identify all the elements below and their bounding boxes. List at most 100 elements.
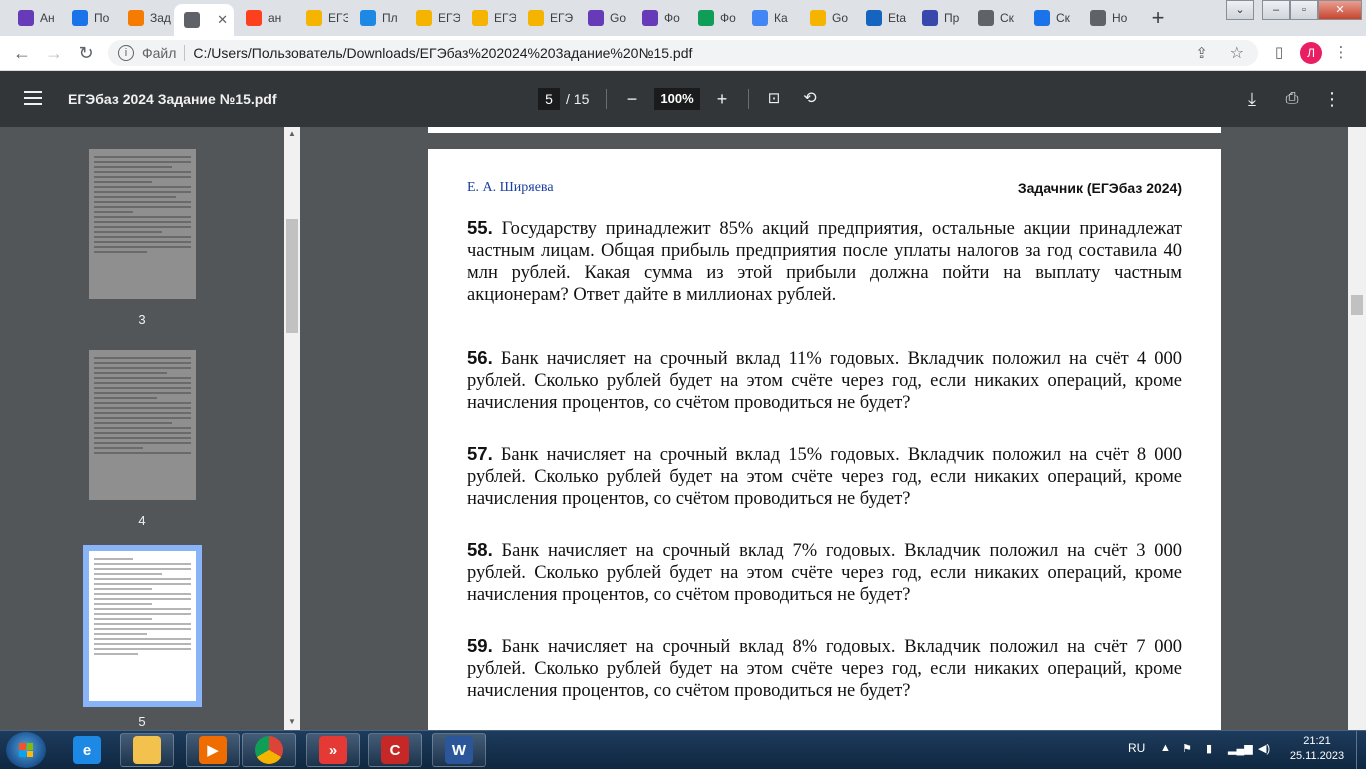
yandex-icon (246, 10, 262, 26)
thumbnail-page-5[interactable] (83, 545, 202, 707)
browser-tab[interactable]: ✕ (174, 4, 234, 36)
close-window-button[interactable]: ✕ (1318, 0, 1362, 20)
page-header-author: Е. А. Ширяева (467, 180, 554, 195)
maximize-button[interactable]: ▫ (1290, 0, 1318, 20)
browser-tab[interactable]: Ск (1024, 5, 1078, 31)
zoom-in-button[interactable]: + (710, 87, 734, 111)
fit-page-icon[interactable]: ⊡ (762, 87, 786, 111)
docs-icon (588, 10, 604, 26)
problem-text: Банк начисляет на срочный вклад 7% годов… (467, 541, 1183, 605)
taskbar-app-button[interactable]: W (432, 733, 486, 767)
info-icon[interactable]: i (118, 45, 134, 61)
side-panel-icon[interactable]: ▯ (1270, 44, 1288, 62)
profile-avatar[interactable]: Л (1300, 42, 1322, 64)
tab-title: Пр (944, 11, 960, 25)
url-text[interactable]: C:/Users/Пользователь/Downloads/ЕГЭбаз%2… (193, 45, 692, 61)
thumbnail-page-4[interactable] (89, 350, 196, 500)
document-scrollbar[interactable] (1348, 127, 1366, 730)
more-actions-icon[interactable]: ⋮ (1320, 87, 1344, 111)
rotate-icon[interactable]: ⟲ (798, 87, 822, 111)
browser-tab[interactable]: Ан (8, 5, 60, 31)
language-indicator[interactable]: RU (1128, 741, 1145, 755)
signal-icon[interactable]: ▂▄▆ (1228, 742, 1253, 755)
browser-tab[interactable]: Ск (968, 5, 1022, 31)
thumbnail-sidebar: 3 4 5 ▲ ▼ (0, 127, 300, 730)
page-number-input[interactable]: 5 (538, 88, 560, 110)
system-clock[interactable]: 21:21 25.11.2023 (1286, 734, 1348, 764)
tab-search-button[interactable]: ⌄ (1226, 0, 1254, 20)
thumbnail-page-3[interactable] (89, 149, 196, 299)
battery-icon[interactable]: ▮ (1206, 742, 1212, 755)
clock-date: 25.11.2023 (1289, 750, 1345, 762)
problem-number: 59. (467, 635, 493, 656)
taskbar-app-button[interactable] (120, 733, 174, 767)
tab-title: Ск (1056, 11, 1070, 25)
reload-button[interactable]: ↻ (74, 41, 98, 65)
browser-tab[interactable]: По (62, 5, 116, 31)
browser-tab[interactable]: Пр (912, 5, 966, 31)
address-bar[interactable]: i Файл C:/Users/Пользователь/Downloads/Е… (108, 40, 1258, 66)
tab-title: Ка (774, 11, 788, 25)
zoom-input[interactable]: 100% (654, 88, 700, 110)
forms-icon (642, 10, 658, 26)
zoom-out-button[interactable]: − (620, 87, 644, 111)
tab-title: Зад (150, 11, 171, 25)
taskbar-app-button[interactable]: ▶ (186, 733, 240, 767)
share-icon[interactable]: ⇪ (1195, 44, 1208, 62)
show-desktop-button[interactable] (1356, 731, 1366, 769)
browser-tab[interactable]: ЕГЭ (406, 5, 460, 31)
minimize-button[interactable]: – (1262, 0, 1290, 20)
address-separator (184, 45, 186, 61)
browser-tab[interactable]: ан (236, 5, 294, 31)
sidebar-scrollbar[interactable]: ▲ ▼ (284, 127, 300, 730)
browser-tab[interactable]: Пл (350, 5, 404, 31)
browser-tab[interactable]: Eta (856, 5, 910, 31)
problem-item: 55. Государству принадлежит 85% акций пр… (467, 217, 1182, 306)
scroll-down-icon[interactable]: ▼ (288, 717, 296, 726)
forward-button[interactable]: → (42, 41, 66, 65)
start-button[interactable] (6, 732, 46, 768)
browser-tab[interactable]: Go (578, 5, 630, 31)
problem-text: Банк начисляет на срочный вклад 11% годо… (467, 349, 1183, 413)
tray-arrow-icon[interactable]: ▲ (1160, 742, 1171, 754)
sun-icon (472, 10, 488, 26)
sidebar-scroll-thumb[interactable] (286, 219, 298, 333)
document-scroll-thumb[interactable] (1351, 295, 1363, 315)
volume-icon[interactable]: ◀) (1258, 742, 1270, 755)
browser-tab[interactable]: ЕГЭ (296, 5, 348, 31)
browser-tab[interactable]: ЕГЭ (462, 5, 516, 31)
tab-title: ан (268, 11, 282, 25)
new-tab-button[interactable]: + (1146, 7, 1170, 31)
globe-icon (978, 10, 994, 26)
document-viewport[interactable]: Е. А. Ширяева Задачник (ЕГЭбаз 2024) 55.… (300, 127, 1348, 730)
download-icon[interactable]: ⤓ (1240, 87, 1264, 111)
close-tab-icon[interactable]: ✕ (217, 12, 228, 28)
browser-tab[interactable]: Фо (632, 5, 686, 31)
browser-menu-icon[interactable]: ⋮ (1332, 44, 1350, 62)
scroll-up-icon[interactable]: ▲ (288, 129, 296, 138)
problem-item: 58. Банк начисляет на срочный вклад 7% г… (467, 539, 1182, 606)
back-button[interactable]: ← (10, 41, 34, 65)
browser-tab[interactable]: Зад (118, 5, 172, 31)
sidebar-menu-icon[interactable] (24, 91, 42, 109)
bookmark-star-icon[interactable]: ☆ (1230, 43, 1244, 63)
taskbar-app-button[interactable]: C (368, 733, 422, 767)
problem-number: 55. (467, 217, 493, 238)
network-warning-icon[interactable]: ⚑ (1182, 742, 1192, 755)
browser-tab[interactable]: ЕГЭ (518, 5, 576, 31)
tab-title: Но (1112, 11, 1128, 25)
taskbar-app-button[interactable]: » (306, 733, 360, 767)
emblem-icon (866, 10, 882, 26)
browser-tab[interactable]: Фо (688, 5, 740, 31)
browser-tab[interactable]: Но (1080, 5, 1136, 31)
print-icon[interactable]: ⎙ (1280, 87, 1304, 111)
tab-title: Пл (382, 11, 398, 25)
taskbar-app-button[interactable] (242, 733, 296, 767)
browser-tab[interactable]: Go (800, 5, 854, 31)
taskbar-app-button[interactable]: e (60, 733, 114, 767)
browser-tab[interactable]: Ка (742, 5, 798, 31)
download-icon (1034, 10, 1050, 26)
mail-icon (72, 10, 88, 26)
problem-number: 58. (467, 539, 493, 560)
problem-text: Государству принадлежит 85% акций предпр… (467, 219, 1183, 305)
